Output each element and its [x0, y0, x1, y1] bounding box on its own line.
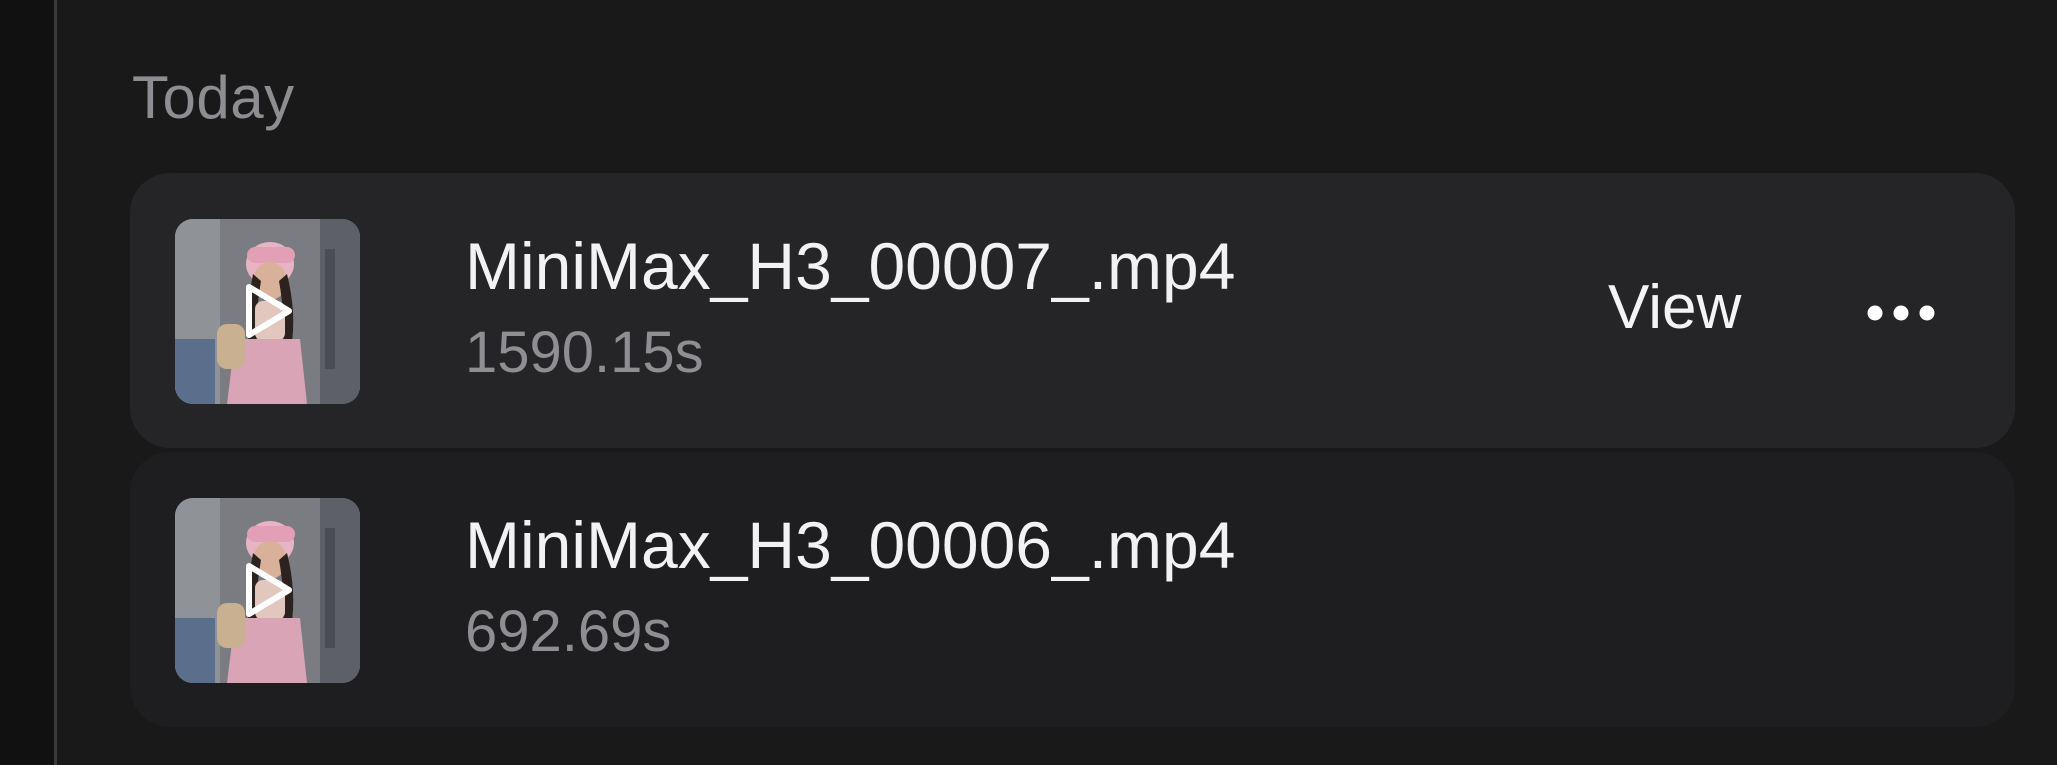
file-name: MiniMax_H3_00007_.mp4 [465, 229, 1236, 303]
duration: 692.69s [465, 599, 672, 664]
more-options-button[interactable] [1840, 273, 1950, 353]
video-thumbnail[interactable] [175, 498, 360, 683]
file-name: MiniMax_H3_00006_.mp4 [465, 508, 1236, 582]
video-list-item[interactable]: MiniMax_H3_00006_.mp4 692.69s [130, 452, 2015, 727]
history-panel: Today MiniMax_H3_00007_.mp4 1590.15s Vie… [0, 0, 2057, 765]
section-title: Today [132, 64, 295, 131]
content-area: Today MiniMax_H3_00007_.mp4 1590.15s Vie… [57, 0, 2057, 765]
left-sidebar [0, 0, 54, 765]
more-horizontal-icon [1867, 305, 1935, 321]
play-icon[interactable] [235, 558, 299, 622]
duration: 1590.15s [465, 320, 704, 385]
video-list-item[interactable]: MiniMax_H3_00007_.mp4 1590.15s View [130, 173, 2015, 448]
play-icon[interactable] [235, 279, 299, 343]
view-button[interactable]: View [1590, 263, 1759, 353]
video-thumbnail[interactable] [175, 219, 360, 404]
